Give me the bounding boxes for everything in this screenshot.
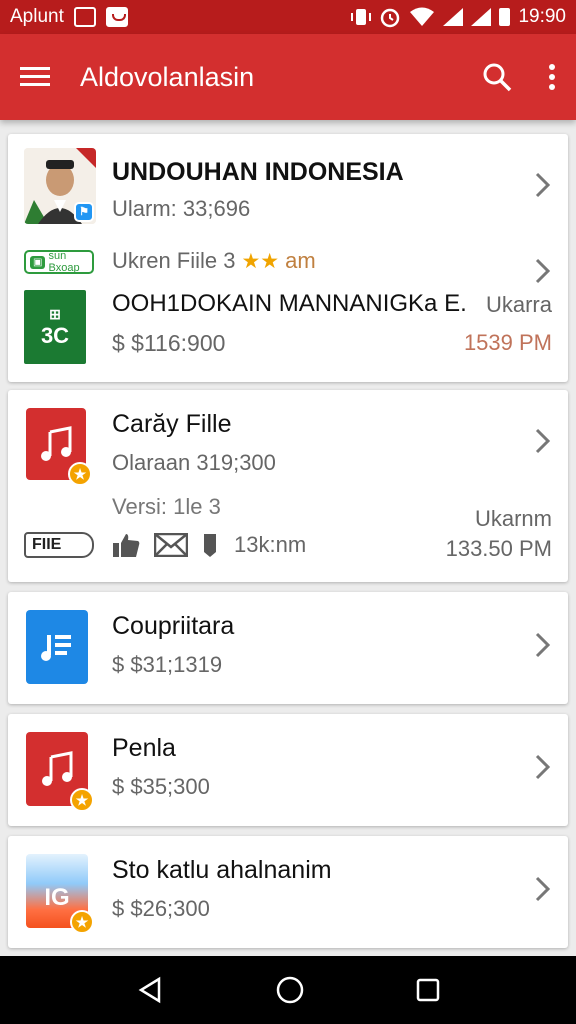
status-carrier: Aplunt	[10, 6, 64, 27]
back-icon[interactable]	[136, 976, 164, 1004]
chevron-right-icon[interactable]	[532, 874, 554, 904]
app-card[interactable]: IG ★ Sto katlu ahalnanim $ $26;300	[8, 836, 568, 948]
card-header-row[interactable]: ⚑ UNDOUHAN INDONESIA Ularm: 33;696	[8, 134, 568, 234]
chevron-right-icon[interactable]	[532, 630, 554, 660]
item-title: OOH1DOKAIN MANNANIGKa E.	[112, 290, 467, 317]
file-tag-label: FIIE	[32, 536, 62, 553]
bookmark-icon[interactable]	[202, 532, 218, 558]
chevron-right-icon-2[interactable]	[532, 256, 554, 286]
item-label-right: Ukarra	[485, 292, 552, 317]
app-title: Aldovolanlasin	[80, 61, 255, 92]
menu-icon[interactable]	[20, 66, 50, 88]
action-icons: 13k:nm	[112, 532, 306, 558]
item-price: $ $116:900	[112, 330, 226, 356]
app-bar: Aldovolanlasin	[0, 34, 576, 120]
file-version-text: Ukren Fiile 3	[112, 248, 236, 273]
app-card[interactable]: Coupriitara $ $31;1319	[8, 592, 568, 704]
file-version: Ukren Fiile 3 ★★ am	[112, 248, 316, 274]
mail-icon[interactable]	[154, 533, 188, 557]
card-title: UNDOUHAN INDONESIA	[112, 158, 404, 186]
signal-icon	[443, 8, 464, 26]
navigation-bar	[0, 956, 576, 1024]
card-detail-row[interactable]: ▣ sun Bxoap Ukren Fiile 3 ★★ am ⊞ 3C OOH…	[8, 234, 568, 382]
signal-2-icon	[471, 8, 492, 26]
card-subtitle: Olaraan 319;300	[112, 450, 276, 475]
file-card[interactable]: ★ Carăy Fille Olaraan 319;300 Versi: 1le…	[8, 390, 568, 582]
card-subtitle: Ularm: 33;696	[112, 196, 251, 221]
profile-avatar: ⚑	[24, 148, 96, 224]
app-badge: ▣ sun Bxoap	[24, 250, 94, 274]
download-card[interactable]: ⚑ UNDOUHAN INDONESIA Ularm: 33;696 ▣ sun…	[8, 134, 568, 382]
file-version-suffix: am	[285, 248, 316, 273]
share-badge-icon: ⚑	[74, 202, 94, 222]
chevron-right-icon[interactable]	[532, 170, 554, 200]
app-icon-3c-label: 3C	[40, 322, 70, 348]
star-badge-icon: ★	[70, 910, 94, 934]
vibrate-icon	[351, 9, 372, 25]
item-time: 1539 PM	[463, 330, 552, 355]
item-label-right: Ukarnm	[474, 506, 552, 531]
chevron-right-icon[interactable]	[532, 426, 554, 456]
alarm-icon	[381, 8, 400, 28]
search-icon[interactable]	[482, 62, 512, 92]
ig-app-icon-label: IG	[44, 884, 70, 911]
thumbs-up-icon[interactable]	[112, 532, 140, 558]
status-bar: Aplunt 19:90	[0, 0, 576, 34]
count-text: 13k:nm	[234, 532, 307, 557]
card-price: $ $35;300	[112, 774, 210, 799]
app-card[interactable]: ★ Penla $ $35;300	[8, 714, 568, 826]
star-badge-icon: ★	[70, 788, 94, 812]
image-notification-icon	[73, 7, 96, 27]
chevron-right-icon[interactable]	[532, 752, 554, 782]
recents-icon[interactable]	[416, 978, 440, 1002]
game-notification-icon	[105, 7, 128, 27]
app-badge-label: sun Bxoap	[48, 250, 80, 274]
wifi-icon	[410, 7, 435, 26]
status-time: 19:90	[518, 6, 566, 27]
music-app-icon: ★	[26, 732, 94, 812]
card-title: Carăy Fille	[112, 410, 232, 438]
music-app-icon: ★	[26, 408, 92, 486]
rating-stars: ★★	[241, 249, 280, 273]
card-title: Penla	[112, 734, 176, 762]
star-badge-icon: ★	[68, 462, 92, 486]
more-options-icon[interactable]	[548, 63, 556, 91]
card-title: Sto katlu ahalnanim	[112, 856, 332, 884]
file-tag: FIIE	[24, 532, 94, 558]
item-time: 133.50 PM	[445, 536, 552, 561]
battery-icon	[499, 8, 511, 26]
card-title: Coupriitara	[112, 612, 235, 640]
ig-app-icon: IG ★	[26, 854, 94, 934]
version-text: Versi: 1le 3	[112, 494, 221, 519]
app-icon-3c: ⊞ 3C	[24, 290, 86, 364]
home-icon[interactable]	[275, 975, 305, 1005]
card-price: $ $26;300	[112, 896, 210, 921]
card-price: $ $31;1319	[112, 652, 223, 677]
music-notes-app-icon	[26, 610, 88, 684]
